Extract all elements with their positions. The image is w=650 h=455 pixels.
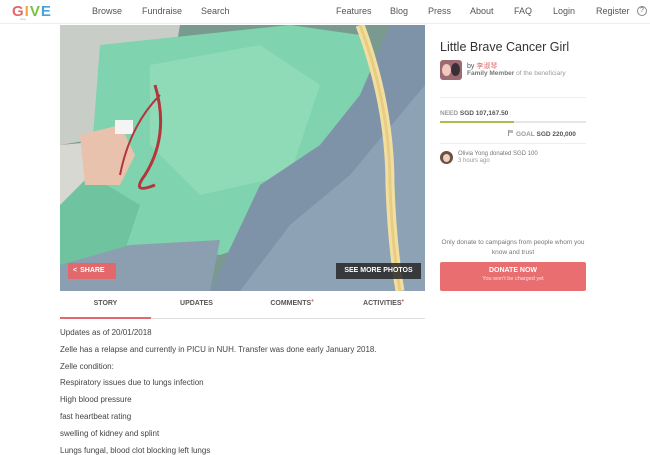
nav-features[interactable]: Features	[336, 6, 372, 16]
story-line: Updates as of 20/01/2018	[60, 328, 152, 337]
progress-fill	[440, 121, 515, 123]
story-line: High blood pressure	[60, 395, 132, 405]
story-content: Updates as of 20/01/2018 Zelle has a rel…	[60, 327, 425, 455]
nav-login[interactable]: Login	[553, 6, 575, 16]
notification-dot: •	[311, 298, 314, 305]
see-more-photos-button[interactable]: SEE MORE PHOTOS	[336, 263, 421, 279]
nav-search[interactable]: Search	[201, 6, 230, 16]
campaign-tabs: STORY UPDATES COMMENTS• ACTIVITIES•	[60, 292, 425, 319]
tab-story[interactable]: STORY	[60, 292, 151, 319]
nav-blog[interactable]: Blog	[390, 6, 408, 16]
fundraiser-role: Family Member of the beneficiary	[467, 70, 566, 77]
campaign-title: Little Brave Cancer Girl	[440, 40, 570, 54]
donation-time: 3 hours ago	[458, 158, 490, 164]
amount-needed: NEED SGD 107,167.50	[440, 110, 509, 117]
photo-illustration	[60, 25, 425, 291]
divider	[440, 97, 586, 98]
story-line: Zelle condition:	[60, 361, 114, 371]
fundraiser-name[interactable]: 李淑琴	[476, 63, 497, 70]
donor-avatar	[440, 151, 453, 164]
help-icon[interactable]: ?	[637, 6, 647, 16]
story-line: Zelle has a relapse and currently in PIC…	[60, 344, 377, 354]
story-line: fast heartbeat rating	[60, 411, 132, 421]
story-line: Respiratory issues due to lungs infectio…	[60, 378, 204, 388]
flag-icon	[508, 130, 513, 136]
funding-progress-bar	[440, 121, 586, 123]
share-button[interactable]: < SHARE	[68, 263, 116, 279]
tab-activities[interactable]: ACTIVITIES•	[342, 292, 425, 319]
nav-register[interactable]: Register	[596, 6, 630, 16]
nav-browse[interactable]: Browse	[92, 6, 122, 16]
goal-amount: GOAL SGD 220,000	[508, 130, 576, 138]
story-line: swelling of kidney and splint	[60, 428, 160, 438]
nav-press[interactable]: Press	[428, 6, 451, 16]
give-logo[interactable]: GIVE	[12, 3, 52, 20]
divider	[440, 143, 586, 144]
nav-about[interactable]: About	[470, 6, 494, 16]
top-nav: GIVE asia Browse Fundraise Search Featur…	[0, 0, 650, 24]
tab-updates[interactable]: UPDATES	[151, 292, 242, 319]
notification-dot: •	[401, 298, 404, 305]
nav-faq[interactable]: FAQ	[514, 6, 532, 16]
share-icon: <	[73, 267, 78, 274]
recent-donation: Olivia Yong donated SGD 100	[458, 151, 538, 157]
tab-comments[interactable]: COMMENTS•	[242, 292, 342, 319]
logo-subtext: asia	[20, 17, 26, 21]
campaign-photo[interactable]: < SHARE SEE MORE PHOTOS	[60, 25, 425, 291]
donate-now-button[interactable]: DONATE NOW You won't be charged yet	[440, 262, 586, 291]
nav-fundraise[interactable]: Fundraise	[142, 6, 182, 16]
trust-advice: Only donate to campaigns from people who…	[441, 239, 585, 256]
story-line: Lungs fungal, blood clot blocking left l…	[60, 445, 211, 455]
fundraiser-avatar[interactable]	[440, 60, 462, 80]
